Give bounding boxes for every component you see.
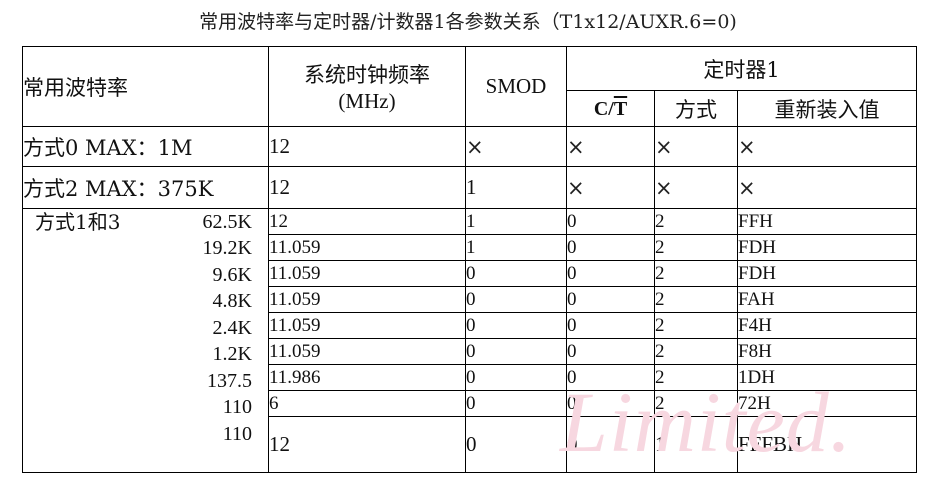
row-mode: 1: [654, 416, 738, 473]
row-clock: 11.059: [268, 286, 466, 313]
rate-value: 1.2K: [212, 343, 252, 365]
header-ct-t: T: [613, 98, 628, 120]
rate-value: 62.5K: [202, 211, 252, 233]
row-smod: 0: [465, 312, 567, 339]
row-smod: ×: [465, 126, 567, 167]
header-clock-line2: (MHz): [338, 89, 396, 113]
row-smod: 0: [465, 338, 567, 365]
rate-value: 9.6K: [212, 263, 252, 286]
row-ct: 0: [566, 416, 655, 473]
rate-value: 19.2K: [202, 237, 252, 259]
table-row: 方式0 MAX：1M 12 × × × ×: [22, 126, 918, 167]
rate-value: 110: [222, 422, 252, 445]
row-ct: 0: [566, 338, 655, 365]
row-smod: 0: [465, 390, 567, 417]
row-mode: 2: [654, 364, 738, 391]
rate-value: 4.8K: [212, 290, 252, 312]
row-clock: 12: [268, 416, 466, 473]
row-mode: 2: [654, 260, 738, 287]
row-mode: ×: [654, 126, 738, 167]
row-clock: 11.059: [268, 260, 466, 287]
table-title: 常用波特率与定时器/计数器1各参数关系（T1x12/AUXR.6=0): [199, 11, 737, 33]
row-reload: FFH: [736, 208, 918, 235]
row-reload: F8H: [736, 338, 918, 365]
header-reload: 重新装入值: [736, 90, 918, 127]
row-clock: 11.059: [268, 234, 466, 261]
row-clock: 12: [268, 166, 466, 209]
mode13-label: 方式1和3: [35, 210, 121, 234]
row-clock: 12: [268, 126, 466, 167]
row-ct: 0: [566, 390, 655, 417]
document-page: 常用波特率与定时器/计数器1各参数关系（T1x12/AUXR.6=0) 常用波特…: [0, 0, 936, 494]
header-timer1: 定时器1: [565, 46, 918, 91]
row-clock: 11.059: [268, 338, 466, 365]
row-smod: 0: [465, 286, 567, 313]
row-reload: 1DH: [736, 364, 918, 391]
rate-value: 110: [222, 396, 252, 418]
header-ct-c: C/: [593, 98, 614, 120]
row-smod: 0: [465, 416, 567, 473]
table-row: 方式1和3 62.5K 19.2K 9.6K 4.8K 2.4K 1.2K 13…: [22, 208, 918, 473]
row-ct: 0: [566, 364, 655, 391]
header-clock: 系统时钟频率 (MHz): [268, 46, 466, 127]
row-label: 方式0 MAX：1M: [22, 126, 269, 167]
row-reload: ×: [736, 166, 918, 209]
row-mode: 2: [654, 390, 738, 417]
row-label: 方式2 MAX：375K: [22, 166, 269, 209]
row-mode: 2: [654, 286, 738, 313]
row-reload: 72H: [736, 390, 918, 417]
header-ct: C/T: [566, 90, 655, 127]
rate-value: 2.4K: [212, 316, 252, 339]
row-reload: FFFBH: [736, 416, 918, 473]
header-clock-line1: 系统时钟频率: [304, 63, 430, 87]
row-ct: 0: [566, 234, 655, 261]
row-clock: 11.986: [268, 364, 466, 391]
table-row: 方式2 MAX：375K 12 1 × × ×: [22, 166, 918, 209]
row-ct: 0: [566, 312, 655, 339]
row-smod: 1: [465, 208, 567, 235]
header-row-1: 常用波特率 系统时钟频率 (MHz) SMOD 定时器1: [22, 46, 918, 127]
row-clock: 12: [268, 208, 466, 235]
row-mode: ×: [654, 166, 738, 209]
row-smod: 1: [465, 166, 567, 209]
row-clock: 6: [268, 390, 466, 417]
row-ct: 0: [566, 208, 655, 235]
row-reload: F4H: [736, 312, 918, 339]
header-mode: 方式: [654, 90, 738, 127]
baud-rate-table: 常用波特率 系统时钟频率 (MHz) SMOD 定时器1 C/T 方式 重新装入…: [22, 46, 918, 473]
row-ct: 0: [566, 260, 655, 287]
row-smod: 0: [465, 364, 567, 391]
row-reload: FDH: [736, 234, 918, 261]
row-mode: 2: [654, 208, 738, 235]
row-ct: 0: [566, 286, 655, 313]
row-reload: ×: [736, 126, 918, 167]
header-smod: SMOD: [465, 46, 567, 127]
row-clock: 11.059: [268, 312, 466, 339]
rate-value: 137.5: [207, 369, 252, 392]
row-mode: 2: [654, 312, 738, 339]
row-mode: 2: [654, 234, 738, 261]
header-baud: 常用波特率: [22, 46, 269, 127]
row-ct: ×: [566, 126, 655, 167]
row-mode: 2: [654, 338, 738, 365]
row-smod: 0: [465, 260, 567, 287]
row-smod: 1: [465, 234, 567, 261]
mode13-cell: 方式1和3 62.5K 19.2K 9.6K 4.8K 2.4K 1.2K 13…: [22, 208, 269, 473]
row-reload: FDH: [736, 260, 918, 287]
row-reload: FAH: [736, 286, 918, 313]
row-ct: ×: [566, 166, 655, 209]
